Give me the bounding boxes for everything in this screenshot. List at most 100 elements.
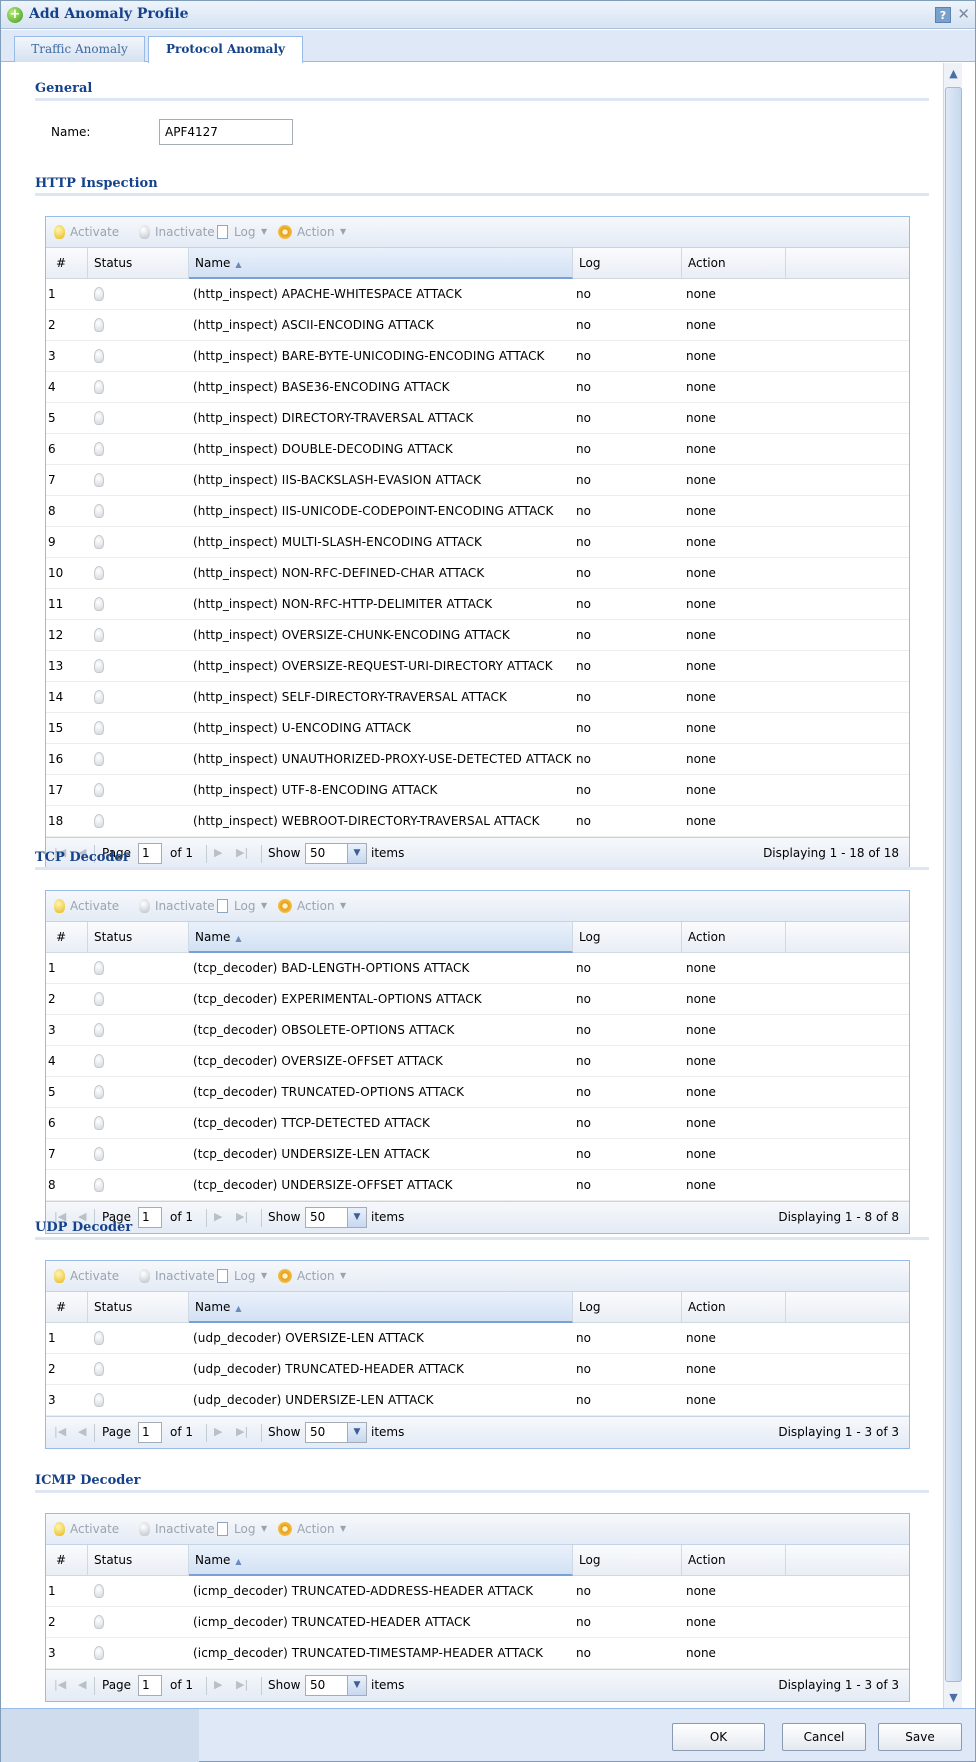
column-header-log[interactable]: Log [573,248,682,279]
name-input[interactable] [159,119,293,145]
column-header-name[interactable]: Name ▲ [189,1545,573,1576]
last-page-icon[interactable]: ▶| [236,1425,248,1438]
table-row[interactable]: 14 (http_inspect) SELF-DIRECTORY-TRAVERSA… [46,682,909,713]
log-button[interactable]: Log [234,1522,255,1536]
action-button[interactable]: Action [297,1269,335,1283]
log-button[interactable]: Log [234,1269,255,1283]
table-row[interactable]: 3 (http_inspect) BARE-BYTE-UNICODING-ENCO… [46,341,909,372]
last-page-icon[interactable]: ▶| [236,1678,248,1691]
activate-button[interactable]: Activate [70,899,119,913]
table-row[interactable]: 3 (icmp_decoder) TRUNCATED-TIMESTAMP-HEAD… [46,1638,909,1669]
row-status[interactable] [94,372,116,403]
row-status[interactable] [94,1015,116,1046]
table-row[interactable]: 5 (tcp_decoder) TRUNCATED-OPTIONS ATTACK n… [46,1077,909,1108]
page-size-select[interactable]: 50 ▼ [305,843,367,864]
table-row[interactable]: 16 (http_inspect) UNAUTHORIZED-PROXY-USE-… [46,744,909,775]
row-status[interactable] [94,713,116,744]
row-status[interactable] [94,1607,116,1638]
row-status[interactable] [94,1354,116,1385]
table-row[interactable]: 13 (http_inspect) OVERSIZE-REQUEST-URI-DI… [46,651,909,682]
table-row[interactable]: 1 (icmp_decoder) TRUNCATED-ADDRESS-HEADER… [46,1576,909,1607]
row-status[interactable] [94,1385,116,1416]
first-page-icon[interactable]: |◀ [54,1425,66,1438]
next-page-icon[interactable]: ▶ [214,1678,222,1691]
row-status[interactable] [94,465,116,496]
activate-button[interactable]: Activate [70,225,119,239]
prev-page-icon[interactable]: ◀ [78,1678,86,1691]
column-header-action[interactable]: Action [682,922,786,953]
column-header-name[interactable]: Name ▲ [189,248,573,279]
help-icon[interactable]: ? [935,7,951,23]
column-header-name[interactable]: Name ▲ [189,922,573,953]
column-header-num[interactable]: # [46,1545,88,1576]
table-row[interactable]: 2 (udp_decoder) TRUNCATED-HEADER ATTACK no… [46,1354,909,1385]
row-status[interactable] [94,1139,116,1170]
table-row[interactable]: 7 (http_inspect) IIS-BACKSLASH-EVASION AT… [46,465,909,496]
prev-page-icon[interactable]: ◀ [78,1425,86,1438]
row-status[interactable] [94,434,116,465]
table-row[interactable]: 4 (http_inspect) BASE36-ENCODING ATTACK no… [46,372,909,403]
table-row[interactable]: 3 (udp_decoder) UNDERSIZE-LEN ATTACK no non… [46,1385,909,1416]
action-button[interactable]: Action [297,899,335,913]
ok-button[interactable]: OK [672,1723,765,1751]
table-row[interactable]: 15 (http_inspect) U-ENCODING ATTACK no none [46,713,909,744]
row-status[interactable] [94,589,116,620]
row-status[interactable] [94,310,116,341]
chevron-down-icon[interactable]: ▼ [347,1676,366,1695]
log-button[interactable]: Log [234,899,255,913]
column-header-status[interactable]: Status [88,922,189,953]
table-row[interactable]: 17 (http_inspect) UTF-8-ENCODING ATTACK no… [46,775,909,806]
next-page-icon[interactable]: ▶ [214,1425,222,1438]
last-page-icon[interactable]: ▶| [236,1210,248,1223]
next-page-icon[interactable]: ▶ [214,1210,222,1223]
activate-button[interactable]: Activate [70,1269,119,1283]
table-row[interactable]: 8 (tcp_decoder) UNDERSIZE-OFFSET ATTACK no… [46,1170,909,1201]
row-status[interactable] [94,496,116,527]
chevron-down-icon[interactable]: ▼ [347,1208,366,1227]
table-row[interactable]: 3 (tcp_decoder) OBSOLETE-OPTIONS ATTACK no… [46,1015,909,1046]
column-header-status[interactable]: Status [88,1545,189,1576]
table-row[interactable]: 5 (http_inspect) DIRECTORY-TRAVERSAL ATTA… [46,403,909,434]
row-status[interactable] [94,651,116,682]
page-size-select[interactable]: 50 ▼ [305,1422,367,1443]
scroll-up-icon[interactable]: ▲ [945,65,962,82]
inactivate-button[interactable]: Inactivate [155,1269,215,1283]
table-row[interactable]: 2 (http_inspect) ASCII-ENCODING ATTACK no n… [46,310,909,341]
table-row[interactable]: 4 (tcp_decoder) OVERSIZE-OFFSET ATTACK no n… [46,1046,909,1077]
table-row[interactable]: 18 (http_inspect) WEBROOT-DIRECTORY-TRAVE… [46,806,909,837]
row-status[interactable] [94,1638,116,1669]
column-header-log[interactable]: Log [573,922,682,953]
vertical-scrollbar[interactable]: ▲ ▼ [943,63,962,1708]
row-status[interactable] [94,1108,116,1139]
column-header-num[interactable]: # [46,922,88,953]
row-status[interactable] [94,341,116,372]
last-page-icon[interactable]: ▶| [236,846,248,859]
activate-button[interactable]: Activate [70,1522,119,1536]
row-status[interactable] [94,403,116,434]
table-row[interactable]: 7 (tcp_decoder) UNDERSIZE-LEN ATTACK no non… [46,1139,909,1170]
column-header-log[interactable]: Log [573,1545,682,1576]
tab-traffic-anomaly[interactable]: Traffic Anomaly [14,36,145,62]
page-number-input[interactable]: 1 [138,1422,162,1443]
close-icon[interactable]: ✕ [957,5,970,23]
column-header-status[interactable]: Status [88,1292,189,1323]
column-header-num[interactable]: # [46,248,88,279]
row-status[interactable] [94,1077,116,1108]
table-row[interactable]: 10 (http_inspect) NON-RFC-DEFINED-CHAR AT… [46,558,909,589]
column-header-num[interactable]: # [46,1292,88,1323]
table-row[interactable]: 8 (http_inspect) IIS-UNICODE-CODEPOINT-EN… [46,496,909,527]
table-row[interactable]: 12 (http_inspect) OVERSIZE-CHUNK-ENCODING… [46,620,909,651]
scroll-down-icon[interactable]: ▼ [945,1689,962,1706]
row-status[interactable] [94,682,116,713]
column-header-action[interactable]: Action [682,1545,786,1576]
chevron-down-icon[interactable]: ▼ [347,844,366,863]
table-row[interactable]: 1 (http_inspect) APACHE-WHITESPACE ATTACK… [46,279,909,310]
page-number-input[interactable]: 1 [138,1675,162,1696]
table-row[interactable]: 2 (tcp_decoder) EXPERIMENTAL-OPTIONS ATTA… [46,984,909,1015]
row-status[interactable] [94,1323,116,1354]
row-status[interactable] [94,744,116,775]
tab-protocol-anomaly[interactable]: Protocol Anomaly [148,36,303,63]
row-status[interactable] [94,1046,116,1077]
page-size-select[interactable]: 50 ▼ [305,1207,367,1228]
column-header-status[interactable]: Status [88,248,189,279]
